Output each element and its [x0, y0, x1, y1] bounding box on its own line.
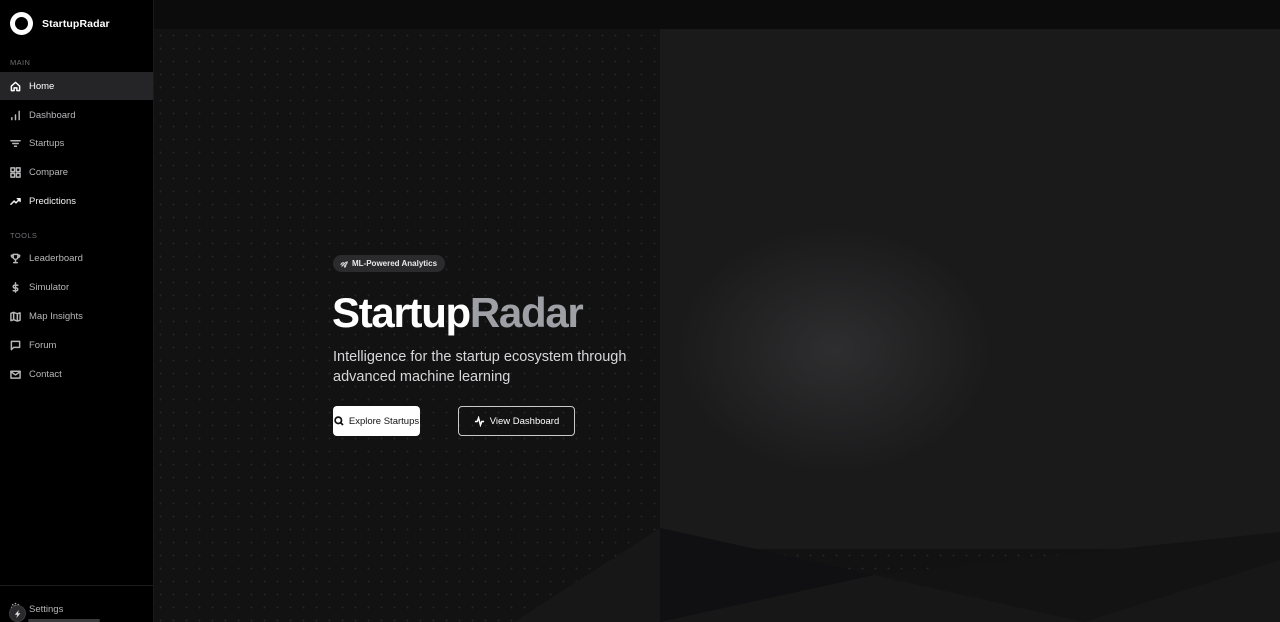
grid-icon [10, 166, 21, 178]
sidebar-item-label: Map Insights [29, 310, 83, 322]
sidebar-item-label: Simulator [29, 281, 70, 293]
activity-icon [474, 415, 484, 427]
sidebar-item-label: Dashboard [29, 109, 76, 121]
view-dashboard-label: View Dashboard [489, 415, 560, 427]
sidebar-item-home[interactable]: Home [0, 72, 153, 100]
sidebar-item-label: Home [29, 80, 55, 92]
dollar-icon [10, 281, 21, 293]
sidebar-item-label: Contact [29, 368, 62, 380]
sidebar-item-label: Leaderboard [29, 252, 83, 264]
sidebar-item-label: Settings [29, 603, 64, 615]
trending-up-icon [10, 196, 21, 207]
sidebar-item-contact[interactable]: Contact [0, 360, 153, 388]
hero-title: StartupRadar [332, 289, 584, 336]
sidebar-item-map-insights[interactable]: Map Insights [0, 302, 153, 330]
sidebar-item-label: Compare [29, 166, 69, 178]
explore-startups-button[interactable]: Explore Startups [333, 406, 420, 436]
hero-title-startup: Startup [332, 289, 471, 336]
sidebar-item-predictions[interactable]: Predictions [0, 187, 153, 215]
sidebar-item-startups[interactable]: Startups [0, 129, 153, 157]
filter-icon [10, 138, 21, 149]
sidebar-item-label: Predictions [29, 195, 76, 207]
sidebar-item-leaderboard[interactable]: Leaderboard [0, 244, 153, 272]
hero-badge-label: ML-Powered Analytics [352, 259, 438, 268]
brand-logo-icon [10, 12, 33, 35]
home-icon [10, 81, 21, 92]
bar-chart-icon [10, 110, 21, 121]
sidebar-item-compare[interactable]: Compare [0, 158, 153, 186]
brand[interactable]: StartupRadar [10, 12, 110, 35]
sidebar-item-label: Startups [29, 137, 65, 149]
message-icon [10, 340, 21, 351]
trophy-icon [10, 253, 21, 264]
sidebar: StartupRadar MAIN Home Dashboard Startup… [0, 0, 154, 622]
sidebar-item-forum[interactable]: Forum [0, 331, 153, 359]
main-content: ML-Powered Analytics StartupRadar Intell… [154, 0, 1280, 622]
hero-subtitle: Intelligence for the startup ecosystem t… [333, 349, 627, 385]
hero-badge: ML-Powered Analytics [333, 255, 446, 272]
view-dashboard-button[interactable]: View Dashboard [458, 406, 575, 436]
section-label-main: MAIN [10, 58, 31, 67]
brand-name: StartupRadar [42, 17, 110, 30]
section-label-tools: TOOLS [10, 231, 38, 240]
hero-title-radar: Radar [469, 289, 584, 336]
search-icon [334, 416, 344, 426]
map-icon [10, 311, 21, 322]
sidebar-item-simulator[interactable]: Simulator [0, 273, 153, 301]
mail-icon [10, 369, 21, 380]
explore-startups-label: Explore Startups [348, 415, 420, 427]
hero-floor-shape [514, 528, 1280, 622]
sidebar-item-label: Forum [29, 339, 57, 351]
bolt-icon[interactable] [9, 605, 26, 622]
sidebar-item-dashboard[interactable]: Dashboard [0, 101, 153, 129]
rocket-icon [340, 260, 348, 268]
